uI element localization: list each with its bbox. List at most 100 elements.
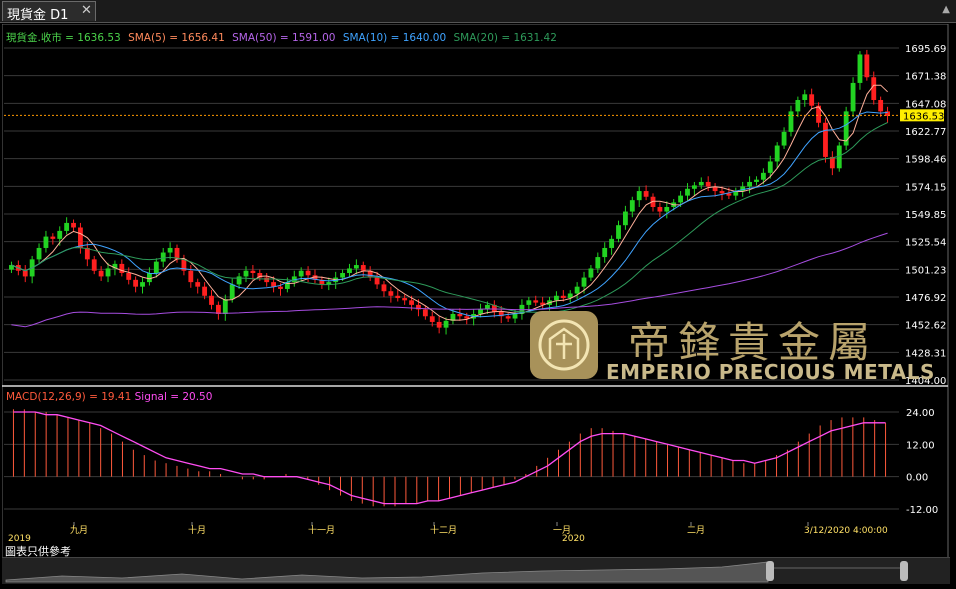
candle-body [857, 54, 863, 83]
candle-body [788, 111, 794, 132]
candle-body [429, 316, 435, 322]
logo-emblem [530, 311, 598, 379]
candle-body [43, 236, 49, 248]
candle-body [664, 206, 670, 212]
time-axis-label: 3/12/2020 4:00:00 [804, 526, 888, 536]
navigator-right-handle[interactable] [900, 561, 908, 581]
candle-body [340, 273, 345, 278]
macd-axis-label: 0.00 [906, 473, 928, 484]
candle-body [754, 179, 759, 182]
current-price-label: 1636.53 [903, 111, 944, 122]
candle-body [305, 270, 311, 276]
candle-body [436, 321, 442, 328]
candle-body [864, 54, 870, 78]
watermark-english: EMPERIO PRECIOUS METALS [606, 360, 935, 384]
close-icon[interactable]: ✕ [81, 3, 92, 18]
macd-axis-label: -12.00 [906, 505, 938, 516]
candle-body [222, 299, 228, 314]
navigator-sparkline [5, 561, 902, 583]
price-chart[interactable]: 1695.69 1671.38 1647.08 1622.77 1598.46 1574.… [1, 23, 950, 560]
candle-body [50, 236, 56, 239]
legend-sma5: SMA(5) = 1656.41 [128, 32, 225, 44]
candle-body [691, 185, 697, 189]
candle-body [560, 295, 566, 299]
candle-body [795, 100, 801, 112]
tab-bar: 現貨金 D1 ✕ ▲ [0, 0, 956, 23]
candle-body [126, 273, 132, 280]
price-legend: 現貨金.收市 = 1636.53 SMA(5) = 1656.41 SMA(50… [6, 30, 561, 45]
candle-body [602, 247, 608, 258]
candle-body [636, 191, 642, 201]
time-axis-label: 2020 [562, 534, 585, 544]
window-menu-icon[interactable]: ▲ [942, 4, 950, 15]
candle-body [395, 295, 401, 299]
chart-area[interactable]: 1695.69 1671.38 1647.08 1622.77 1598.46 1574.… [1, 23, 950, 560]
time-axis-label: 十二月 [430, 524, 457, 536]
candle-body [850, 82, 856, 112]
legend-sma10: SMA(10) = 1640.00 [342, 32, 447, 44]
candle-body [202, 286, 208, 296]
candle-body [388, 291, 394, 296]
chart-background [2, 24, 950, 560]
tab-chart[interactable]: 現貨金 D1 ✕ [2, 1, 96, 23]
legend-sma20: SMA(20) = 1631.42 [453, 32, 557, 44]
candle-body [526, 300, 532, 305]
candle-body [229, 284, 235, 300]
candle-body [71, 222, 76, 228]
candle-body [98, 270, 104, 277]
candle-body [629, 200, 635, 212]
price-axis-label: 1647.08 [905, 99, 946, 110]
price-axis-label: 1671.38 [905, 72, 946, 83]
time-navigator[interactable] [2, 557, 950, 584]
candle-body [195, 282, 201, 287]
candle-body [160, 252, 166, 262]
candle-body [505, 316, 511, 319]
price-axis-label: 1622.77 [905, 127, 946, 138]
candle-body [78, 227, 83, 248]
price-axis-label: 1549.85 [905, 210, 946, 221]
candle-body [443, 320, 449, 328]
candle-body [409, 300, 414, 305]
candle-body [84, 247, 90, 260]
candle-body [381, 284, 387, 292]
candle-body [705, 181, 711, 187]
candle-body [678, 195, 684, 203]
candle-body [698, 181, 704, 186]
candle-body [298, 270, 304, 277]
candle-body [105, 268, 111, 277]
navigator-left-handle[interactable] [766, 561, 774, 581]
price-axis-label: 1525.54 [905, 238, 946, 249]
candle-body [478, 309, 483, 314]
time-axis-label: 十一月 [308, 524, 335, 536]
candle-body [140, 282, 145, 287]
time-axis-label: 二月 [687, 525, 705, 536]
candle-body [353, 265, 359, 269]
candle-body [747, 181, 752, 187]
candle-body [823, 122, 828, 157]
candle-body [457, 313, 463, 317]
candle-body [581, 277, 587, 287]
macd-axis-label: 12.00 [906, 440, 935, 451]
candle-body [402, 298, 408, 301]
price-axis-label: 1501.23 [905, 265, 946, 276]
price-axis-label: 1598.46 [905, 155, 946, 166]
candle-body [588, 268, 594, 278]
candle-body [767, 161, 773, 173]
candle-body [271, 282, 277, 287]
candle-body [871, 77, 877, 101]
candle-body [64, 222, 70, 231]
candle-body [657, 206, 663, 212]
price-axis-label: 1452.62 [905, 321, 946, 332]
candle-body [512, 313, 518, 319]
candle-body [802, 94, 808, 101]
candle-body [91, 259, 97, 271]
candle-body [243, 270, 249, 277]
candle-body [554, 295, 559, 301]
candle-body [422, 309, 428, 317]
price-axis-label: 1695.69 [905, 44, 946, 55]
time-axis-label: 九月 [70, 525, 88, 536]
candle-body [878, 100, 884, 112]
candle-body [809, 94, 815, 106]
candle-body [622, 211, 628, 226]
candle-body [264, 277, 270, 283]
